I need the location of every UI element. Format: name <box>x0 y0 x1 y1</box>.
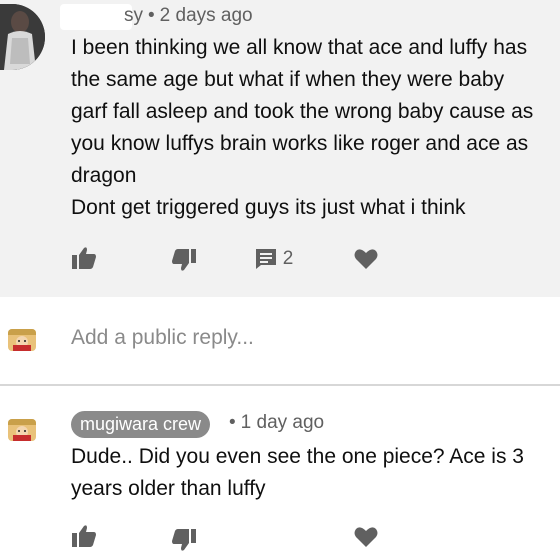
comment-meta: sy • 2 days ago <box>124 5 253 27</box>
user-avatar[interactable] <box>8 329 36 351</box>
thumbs-up-icon <box>72 525 96 547</box>
reply-like-button[interactable] <box>66 520 102 552</box>
dislike-button[interactable] <box>166 244 202 276</box>
comment-line: dragon <box>71 164 137 187</box>
like-button[interactable] <box>66 242 102 274</box>
comment-block: sy • 2 days ago I been thinking we all kno… <box>0 0 560 297</box>
comment-timestamp[interactable]: 2 days ago <box>160 5 253 26</box>
reply-dislike-button[interactable] <box>166 524 202 556</box>
reply-author-chip[interactable]: mugiwara crew <box>71 411 211 438</box>
reply-count-button[interactable]: 2 <box>244 244 304 274</box>
heart-icon <box>354 249 378 269</box>
reply-timestamp[interactable]: 1 day ago <box>241 412 324 433</box>
comment-line: Dont get triggered guys its just what i … <box>71 196 466 219</box>
thumbs-up-icon <box>72 247 96 269</box>
reply-text: Dude.. Did you even see the one piece? A… <box>71 441 557 505</box>
thumbs-down-icon <box>172 529 196 551</box>
meta-separator: • <box>148 5 155 26</box>
comment-line: the same age but what if when they were … <box>71 68 505 91</box>
thumbs-down-icon <box>172 249 196 271</box>
comment-line: you know luffys brain works like roger a… <box>71 132 529 155</box>
redacted-username <box>60 4 132 30</box>
reply-input[interactable]: Add a public reply... <box>71 326 254 350</box>
comment-line: garf fall asleep and took the wrong baby… <box>71 100 534 123</box>
reply-comment-icon <box>255 249 276 269</box>
reply-line: years older than luffy <box>71 477 266 500</box>
reply-meta: • 1 day ago <box>224 412 324 434</box>
meta-separator: • <box>229 412 236 433</box>
reply-heart-button[interactable] <box>348 522 384 552</box>
comment-line: I been thinking we all know that ace and… <box>71 36 528 59</box>
heart-icon <box>354 527 378 547</box>
commenter-avatar[interactable] <box>0 4 45 70</box>
heart-button[interactable] <box>348 244 384 274</box>
reply-count: 2 <box>282 248 294 269</box>
comment-text: I been thinking we all know that ace and… <box>71 32 557 224</box>
comment-author[interactable]: sy <box>124 5 143 26</box>
reply-line: Dude.. Did you even see the one piece? A… <box>71 445 524 468</box>
divider <box>0 384 560 386</box>
reply-author-avatar[interactable] <box>8 419 36 441</box>
